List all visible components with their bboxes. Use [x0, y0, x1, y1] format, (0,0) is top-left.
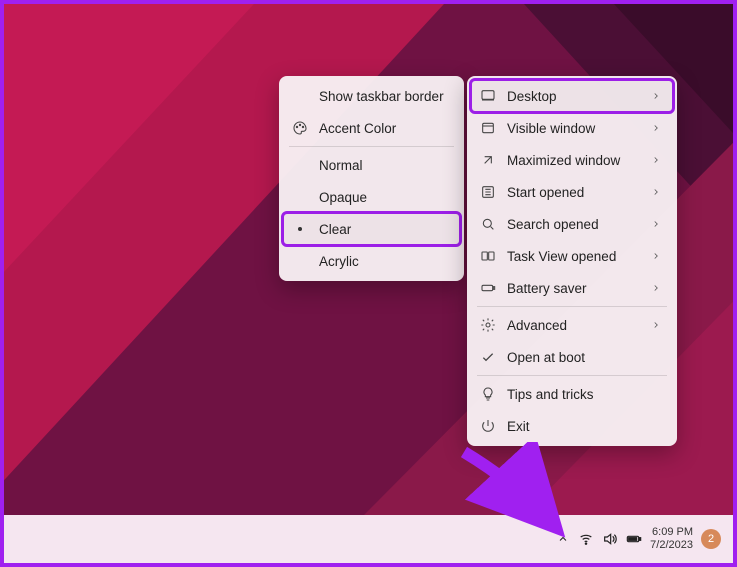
menu-item-open-at-boot[interactable]: Open at boot — [471, 341, 673, 373]
chevron-right-icon — [649, 217, 663, 231]
menu-item-label: Tips and tricks — [507, 387, 663, 402]
menu-item-advanced[interactable]: Advanced — [471, 309, 673, 341]
chevron-right-icon — [649, 89, 663, 103]
menu-separator — [289, 146, 454, 147]
menu-item-visible-window[interactable]: Visible window — [471, 112, 673, 144]
blank-icon — [291, 252, 309, 270]
menu-item-clear[interactable]: Clear — [283, 213, 460, 245]
menu-item-label: Visible window — [507, 121, 639, 136]
battery-icon — [479, 279, 497, 297]
wifi-icon[interactable] — [578, 531, 594, 547]
blank-icon — [291, 87, 309, 105]
menu-item-label: Task View opened — [507, 249, 639, 264]
blank-icon — [291, 156, 309, 174]
menu-item-label: Maximized window — [507, 153, 639, 168]
menu-item-label: Battery saver — [507, 281, 639, 296]
menu-item-label: Show taskbar border — [319, 89, 450, 104]
volume-icon[interactable] — [602, 531, 618, 547]
taskbar-style-submenu: Show taskbar border Accent Color Normal … — [279, 76, 464, 281]
menu-separator — [477, 375, 667, 376]
tray-clock[interactable]: 6:09 PM 7/2/2023 — [650, 526, 693, 552]
menu-item-label: Open at boot — [507, 350, 663, 365]
menu-item-task-view-opened[interactable]: Task View opened — [471, 240, 673, 272]
annotation-arrow — [454, 442, 574, 542]
tray-time-text: 6:09 PM — [650, 526, 693, 539]
menu-item-label: Advanced — [507, 318, 639, 333]
menu-item-label: Start opened — [507, 185, 639, 200]
menu-item-label: Exit — [507, 419, 663, 434]
menu-item-exit[interactable]: Exit — [471, 410, 673, 442]
taskbar: 6:09 PM 7/2/2023 2 — [4, 515, 733, 563]
menu-item-label: Search opened — [507, 217, 639, 232]
chevron-right-icon — [649, 281, 663, 295]
tray-date-text: 7/2/2023 — [650, 539, 693, 552]
menu-item-start-opened[interactable]: Start opened — [471, 176, 673, 208]
chevron-right-icon — [649, 185, 663, 199]
menu-item-show-taskbar-border[interactable]: Show taskbar border — [283, 80, 460, 112]
window-icon — [479, 119, 497, 137]
battery-tray-icon[interactable] — [626, 531, 642, 547]
bullet-icon — [291, 220, 309, 238]
menu-item-desktop[interactable]: Desktop — [471, 80, 673, 112]
notification-count: 2 — [708, 533, 714, 545]
translucenttb-context-menu: Desktop Visible window Maximized window — [467, 76, 677, 446]
menu-item-search-opened[interactable]: Search opened — [471, 208, 673, 240]
menu-item-normal[interactable]: Normal — [283, 149, 460, 181]
menu-item-acrylic[interactable]: Acrylic — [283, 245, 460, 277]
chevron-right-icon — [649, 121, 663, 135]
menu-separator — [477, 306, 667, 307]
notification-badge[interactable]: 2 — [701, 529, 721, 549]
palette-icon — [291, 119, 309, 137]
search-icon — [479, 215, 497, 233]
menu-item-label: Opaque — [319, 190, 450, 205]
menu-item-label: Acrylic — [319, 254, 450, 269]
chevron-right-icon — [649, 153, 663, 167]
check-icon — [479, 348, 497, 366]
menu-item-opaque[interactable]: Opaque — [283, 181, 460, 213]
lightbulb-icon — [479, 385, 497, 403]
chevron-right-icon — [649, 249, 663, 263]
blank-icon — [291, 188, 309, 206]
maximize-icon — [479, 151, 497, 169]
gear-icon — [479, 316, 497, 334]
power-icon — [479, 417, 497, 435]
menu-item-label: Accent Color — [319, 121, 450, 136]
desktop-icon — [479, 87, 497, 105]
start-icon — [479, 183, 497, 201]
chevron-right-icon — [649, 318, 663, 332]
menu-item-maximized-window[interactable]: Maximized window — [471, 144, 673, 176]
menu-item-label: Normal — [319, 158, 450, 173]
task-view-icon — [479, 247, 497, 265]
menu-item-battery-saver[interactable]: Battery saver — [471, 272, 673, 304]
menu-item-tips-and-tricks[interactable]: Tips and tricks — [471, 378, 673, 410]
menu-item-label: Desktop — [507, 89, 639, 104]
menu-item-accent-color[interactable]: Accent Color — [283, 112, 460, 144]
menu-item-label: Clear — [319, 222, 450, 237]
